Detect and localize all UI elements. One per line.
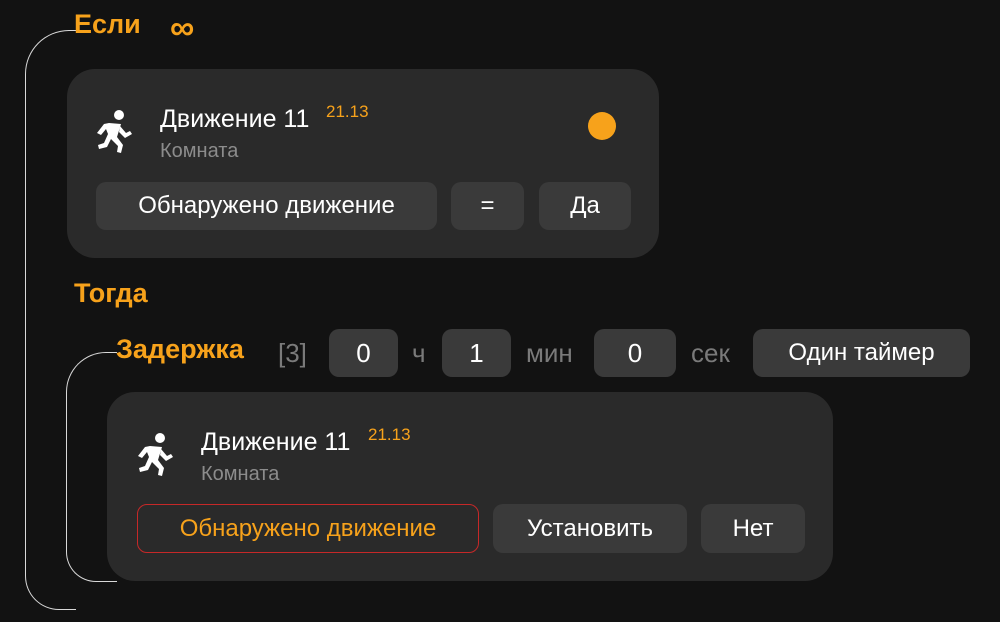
action-device-room: Комната [201, 463, 280, 485]
condition-device-name: Движение 11 [160, 105, 310, 133]
infinity-icon[interactable]: ∞ [170, 11, 194, 45]
status-indicator-dot [588, 112, 616, 140]
delay-seconds-unit: сек [691, 338, 730, 368]
condition-operator-button[interactable]: = [451, 182, 524, 230]
delay-hours-input[interactable]: 0 [329, 329, 398, 377]
action-card: Движение 11 21.13 Комната Обнаружено дви… [107, 392, 833, 581]
condition-value-button[interactable]: Да [539, 182, 631, 230]
condition-property-button[interactable]: Обнаружено движение [96, 182, 437, 230]
action-device-name: Движение 11 [201, 428, 351, 456]
timer-mode-button[interactable]: Один таймер [753, 329, 970, 377]
action-type-button[interactable]: Установить [493, 504, 687, 553]
action-property-button[interactable]: Обнаружено движение [137, 504, 479, 553]
delay-minutes-input[interactable]: 1 [442, 329, 511, 377]
condition-device-room: Комната [160, 140, 239, 162]
action-device-version: 21.13 [368, 425, 411, 444]
running-person-icon [138, 433, 173, 476]
delay-hours-unit: ч [412, 338, 426, 368]
if-heading: Если [74, 9, 141, 39]
condition-card: Движение 11 21.13 Комната Обнаружено дви… [67, 69, 659, 258]
action-value-button[interactable]: Нет [701, 504, 805, 553]
then-heading: Тогда [74, 278, 148, 308]
delay-index: [3] [278, 338, 307, 368]
running-person-icon [97, 110, 132, 153]
delay-heading: Задержка [116, 334, 244, 364]
delay-seconds-input[interactable]: 0 [594, 329, 676, 377]
condition-device-version: 21.13 [326, 102, 369, 121]
delay-minutes-unit: мин [526, 338, 573, 368]
